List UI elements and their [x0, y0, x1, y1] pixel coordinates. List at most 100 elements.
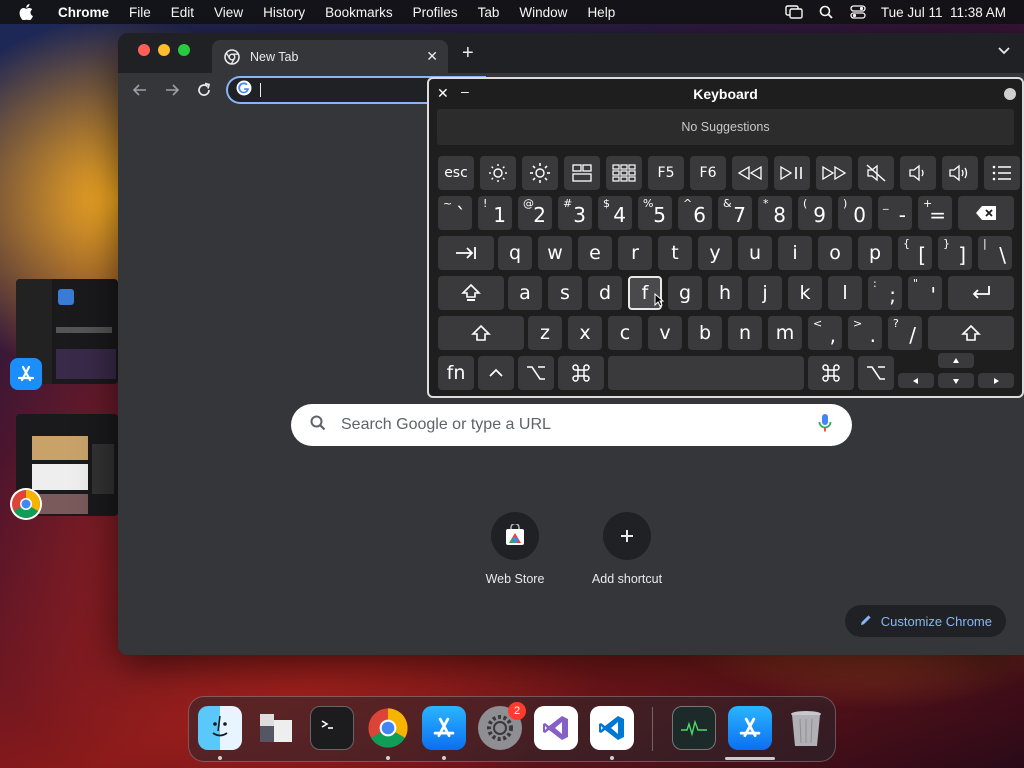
- shortcut-add[interactable]: Add shortcut: [572, 512, 682, 586]
- forward-arrow-icon[interactable]: [160, 78, 184, 102]
- window-close-button[interactable]: [138, 44, 150, 56]
- microphone-icon[interactable]: [818, 413, 832, 438]
- reload-icon[interactable]: [192, 78, 216, 102]
- key-command-left[interactable]: [558, 356, 604, 390]
- terminal-icon[interactable]: [310, 706, 354, 750]
- key-d[interactable]: d: [588, 276, 622, 310]
- key-shift-right[interactable]: [928, 316, 1014, 350]
- key-8[interactable]: * 8: [758, 196, 792, 230]
- key-shift-left[interactable]: [438, 316, 524, 350]
- back-arrow-icon[interactable]: [128, 78, 152, 102]
- app-store-stage-icon[interactable]: [10, 358, 42, 390]
- finder-icon[interactable]: [198, 706, 242, 750]
- key-delete[interactable]: [958, 196, 1014, 230]
- key-e[interactable]: e: [578, 236, 612, 270]
- activity-monitor-icon[interactable]: [672, 706, 716, 750]
- key-volume-up[interactable]: [942, 156, 978, 190]
- key-c[interactable]: c: [608, 316, 642, 350]
- key-f5[interactable]: F5: [648, 156, 684, 190]
- key-b[interactable]: b: [688, 316, 722, 350]
- preview-icon[interactable]: [254, 706, 298, 750]
- key-3[interactable]: #3: [558, 196, 592, 230]
- menu-app-name[interactable]: Chrome: [48, 5, 119, 20]
- menu-view[interactable]: View: [204, 5, 253, 20]
- key-5[interactable]: % 5: [638, 196, 672, 230]
- menu-profiles[interactable]: Profiles: [403, 5, 468, 20]
- key-slash[interactable]: ? /: [888, 316, 922, 350]
- trash-icon[interactable]: [784, 706, 828, 750]
- key-list[interactable]: [984, 156, 1020, 190]
- menu-file[interactable]: File: [119, 5, 161, 20]
- window-zoom-button[interactable]: [178, 44, 190, 56]
- key-n[interactable]: n: [728, 316, 762, 350]
- key-f6[interactable]: F6: [690, 156, 726, 190]
- menu-window[interactable]: Window: [509, 5, 577, 20]
- key-l[interactable]: l: [828, 276, 862, 310]
- key-t[interactable]: t: [658, 236, 692, 270]
- key-control[interactable]: [478, 356, 514, 390]
- system-settings-icon[interactable]: 2: [478, 702, 526, 750]
- key-option-left[interactable]: [518, 356, 554, 390]
- key-space[interactable]: [608, 356, 804, 390]
- key-u[interactable]: u: [738, 236, 772, 270]
- shortcut-web-store[interactable]: Web Store: [460, 512, 570, 586]
- menu-tab[interactable]: Tab: [468, 5, 510, 20]
- key-k[interactable]: k: [788, 276, 822, 310]
- menu-help[interactable]: Help: [577, 5, 625, 20]
- key-z[interactable]: z: [528, 316, 562, 350]
- key-7[interactable]: & 7: [718, 196, 752, 230]
- chrome-icon[interactable]: [366, 706, 410, 750]
- key-caps-lock[interactable]: [438, 276, 504, 310]
- key-brightness-up[interactable]: [522, 156, 558, 190]
- key-`[interactable]: ~ `: [438, 196, 472, 230]
- key-p[interactable]: p: [858, 236, 892, 270]
- key-mute[interactable]: [858, 156, 894, 190]
- key-bracket-left[interactable]: {[: [898, 236, 932, 270]
- menu-bookmarks[interactable]: Bookmarks: [315, 5, 403, 20]
- chrome-stage-icon[interactable]: [10, 488, 42, 520]
- customize-chrome-button[interactable]: Customize Chrome: [844, 605, 1006, 637]
- screen-mirroring-icon[interactable]: [785, 5, 803, 19]
- spotlight-search-icon[interactable]: [817, 5, 835, 19]
- key-period[interactable]: >.: [848, 316, 882, 350]
- key-w[interactable]: w: [538, 236, 572, 270]
- key-rewind[interactable]: [732, 156, 768, 190]
- key-quote[interactable]: " ': [908, 276, 942, 310]
- key-i[interactable]: i: [778, 236, 812, 270]
- key-=[interactable]: + =: [918, 196, 952, 230]
- key-h[interactable]: h: [708, 276, 742, 310]
- key-brightness-down[interactable]: [480, 156, 516, 190]
- key-fast-forward[interactable]: [816, 156, 852, 190]
- key-6[interactable]: ^ 6: [678, 196, 712, 230]
- key-arrow-right[interactable]: [978, 373, 1014, 388]
- downloads-app-store-icon[interactable]: [728, 706, 772, 750]
- tab-close-icon[interactable]: ✕: [426, 48, 438, 65]
- key-arrow-left[interactable]: [898, 373, 934, 388]
- key-y[interactable]: y: [698, 236, 732, 270]
- key-0[interactable]: ) 0: [838, 196, 872, 230]
- key-option-right[interactable]: [858, 356, 894, 390]
- ntp-search-box[interactable]: Search Google or type a URL: [291, 404, 852, 446]
- key-m[interactable]: m: [768, 316, 802, 350]
- menu-edit[interactable]: Edit: [161, 5, 204, 20]
- key-g[interactable]: g: [668, 276, 702, 310]
- key-semicolon[interactable]: :;: [868, 276, 902, 310]
- key-comma[interactable]: <,: [808, 316, 842, 350]
- app-store-icon[interactable]: [422, 706, 466, 750]
- window-minimize-button[interactable]: [158, 44, 170, 56]
- key-o[interactable]: o: [818, 236, 852, 270]
- key-play-pause[interactable]: [774, 156, 810, 190]
- key-2[interactable]: @2: [518, 196, 552, 230]
- key-command-right[interactable]: [808, 356, 854, 390]
- key-a[interactable]: a: [508, 276, 542, 310]
- key-tab[interactable]: [438, 236, 494, 270]
- key-return[interactable]: [948, 276, 1014, 310]
- tab-new-tab[interactable]: New Tab ✕: [212, 40, 448, 73]
- key-1[interactable]: ! 1: [478, 196, 512, 230]
- key-arrow-down[interactable]: [938, 373, 974, 388]
- key-9[interactable]: (9: [798, 196, 832, 230]
- key-q[interactable]: q: [498, 236, 532, 270]
- keyboard-minimize-icon[interactable]: –: [461, 83, 469, 99]
- key-j[interactable]: j: [748, 276, 782, 310]
- key-f[interactable]: f: [628, 276, 665, 310]
